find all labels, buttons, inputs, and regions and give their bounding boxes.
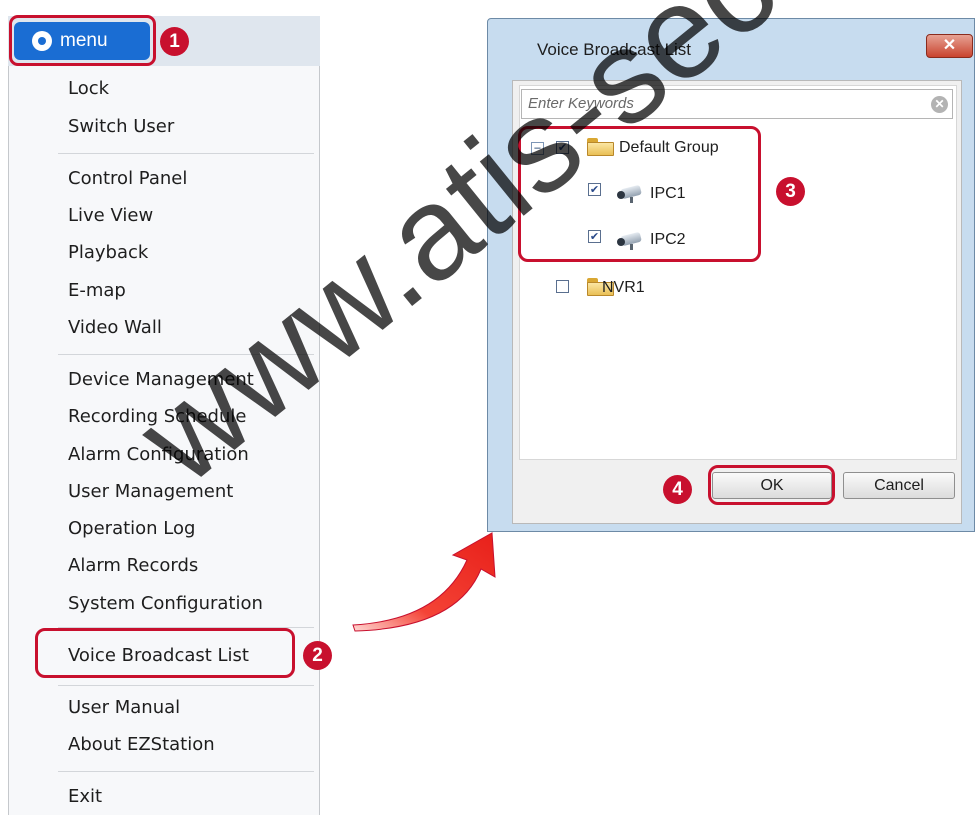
menu-item-video-wall[interactable]: Video Wall [68, 317, 162, 339]
callout-3: 3 [776, 177, 805, 206]
nvr1-checkbox[interactable] [556, 280, 569, 293]
callout-2: 2 [303, 641, 332, 670]
menu-item-live-view[interactable]: Live View [68, 205, 153, 227]
menu-item-lock[interactable]: Lock [68, 78, 109, 100]
menu-item-playback[interactable]: Playback [68, 242, 148, 264]
ok-button-highlight [708, 465, 835, 505]
menu-item-switch-user[interactable]: Switch User [68, 116, 174, 138]
menu-button-highlight [9, 15, 156, 66]
menu-item-e-map[interactable]: E-map [68, 280, 126, 302]
menu-item-system-configuration[interactable]: System Configuration [68, 593, 263, 615]
menu-item-about-ezstation[interactable]: About EZStation [68, 734, 215, 756]
cancel-button[interactable]: Cancel [843, 472, 955, 499]
menu-item-operation-log[interactable]: Operation Log [68, 518, 195, 540]
close-icon: ✕ [942, 37, 957, 54]
callout-4: 4 [663, 475, 692, 504]
menu-item-alarm-records[interactable]: Alarm Records [68, 555, 198, 577]
menu-item-control-panel[interactable]: Control Panel [68, 168, 187, 190]
curved-arrow-icon [352, 532, 496, 632]
clear-search-icon[interactable]: ✕ [931, 96, 948, 113]
menu-item-exit[interactable]: Exit [68, 786, 102, 808]
close-button[interactable]: ✕ [926, 34, 973, 58]
menu-separator [58, 685, 314, 686]
menu-separator [58, 153, 314, 154]
voice-broadcast-highlight [35, 628, 295, 678]
callout-1: 1 [160, 27, 189, 56]
menu-item-user-manual[interactable]: User Manual [68, 697, 180, 719]
menu-separator [58, 771, 314, 772]
tree-item-nvr1[interactable]: NVR1 [602, 279, 645, 297]
